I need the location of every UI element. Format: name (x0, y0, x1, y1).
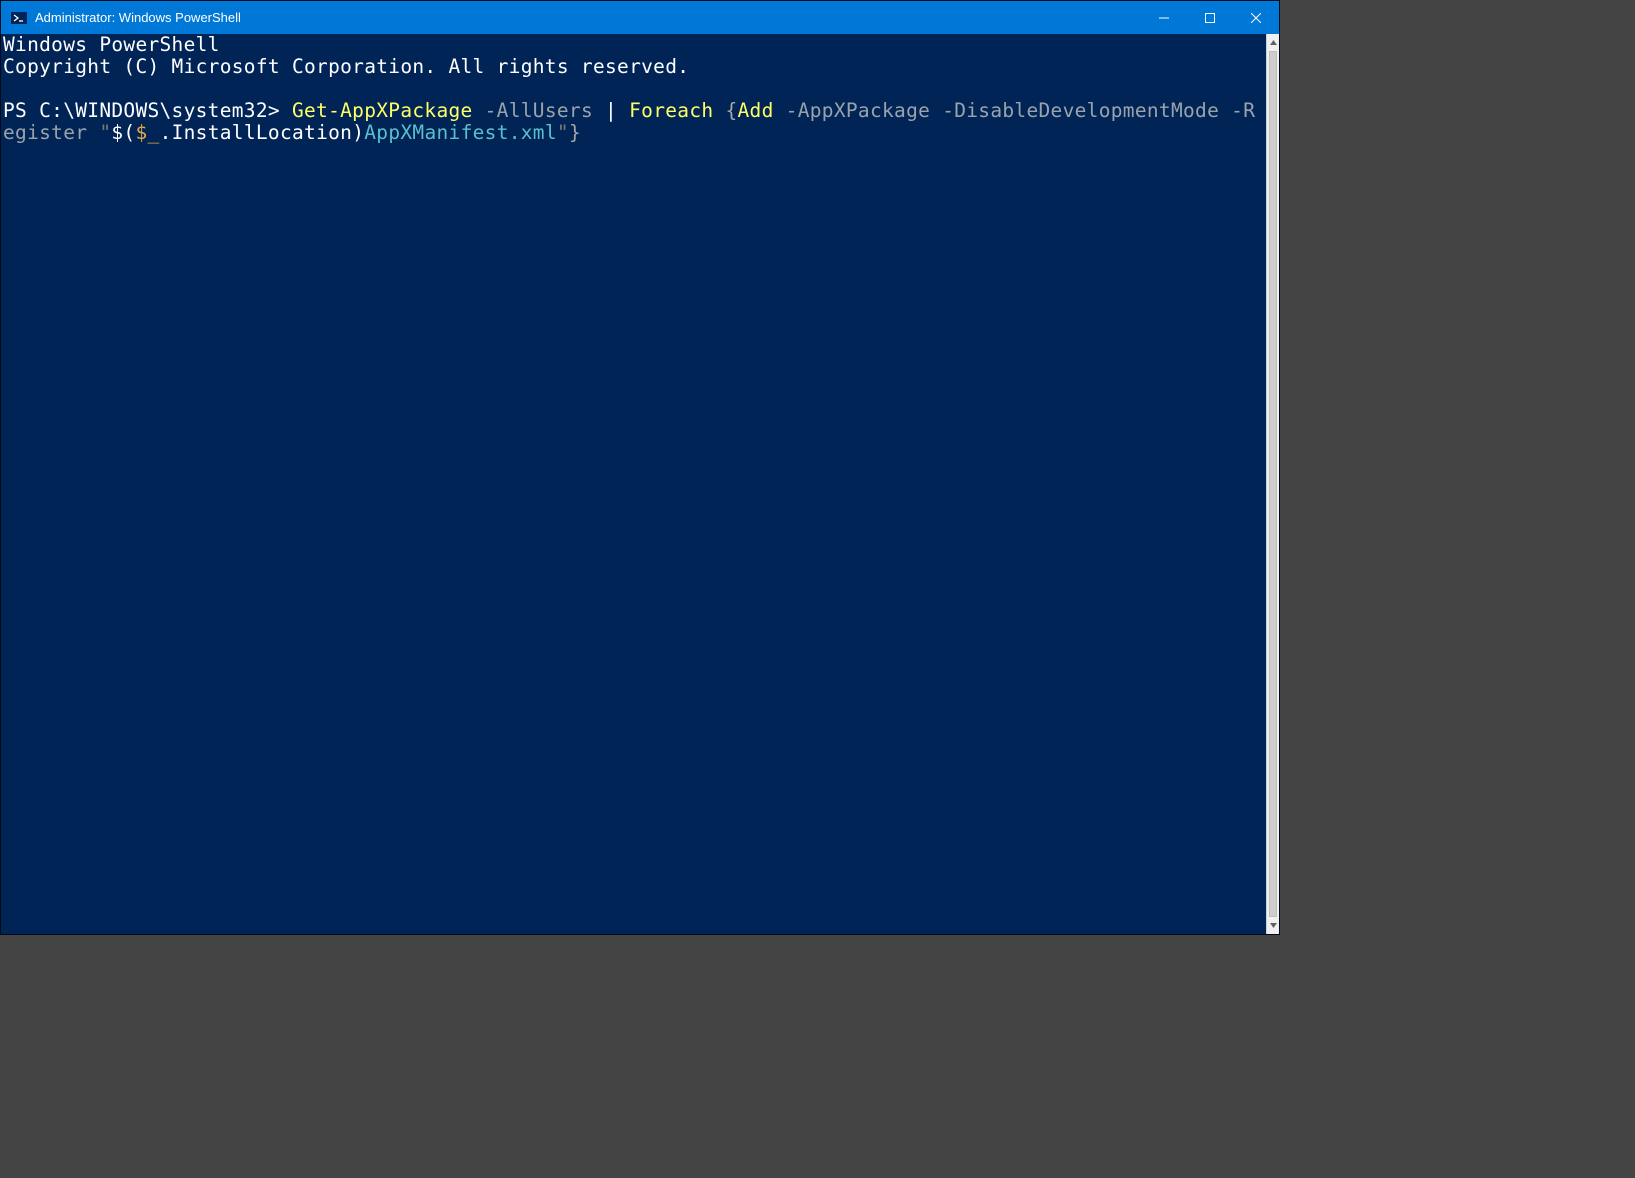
close-button[interactable] (1233, 1, 1279, 34)
cmdlet: Foreach (629, 99, 725, 122)
window-title: Administrator: Windows PowerShell (35, 10, 1141, 25)
scroll-down-button[interactable] (1267, 917, 1279, 934)
quote: " (99, 121, 111, 144)
param: -AppXPackage (774, 99, 943, 122)
string: AppXManifest.xml (364, 121, 557, 144)
banner-line: Copyright (C) Microsoft Corporation. All… (3, 55, 689, 78)
terminal-output[interactable]: Windows PowerShell Copyright (C) Microso… (1, 34, 1266, 144)
maximize-button[interactable] (1187, 1, 1233, 34)
scroll-thumb[interactable] (1269, 51, 1277, 917)
subexpr: $( (111, 121, 135, 144)
scroll-up-button[interactable] (1267, 34, 1279, 51)
powershell-window: Administrator: Windows PowerShell Window… (0, 0, 1280, 935)
client-area: Windows PowerShell Copyright (C) Microso… (1, 34, 1279, 934)
vertical-scrollbar[interactable] (1266, 34, 1279, 934)
banner-line: Windows PowerShell (3, 34, 220, 56)
brace: } (569, 121, 581, 144)
quote: " (557, 121, 569, 144)
prompt: PS C:\WINDOWS\system32> (3, 99, 292, 122)
cmdlet: Add (738, 99, 774, 122)
brace: { (725, 99, 737, 122)
terminal-viewport[interactable]: Windows PowerShell Copyright (C) Microso… (1, 34, 1266, 934)
minimize-button[interactable] (1141, 1, 1187, 34)
scroll-track[interactable] (1267, 51, 1279, 917)
cmdlet: Get-AppXPackage (292, 99, 473, 122)
param: -DisableDevelopm (942, 99, 1135, 122)
powershell-icon (11, 10, 27, 26)
variable: $_ (135, 121, 159, 144)
param: -AllUsers (473, 99, 605, 122)
pipe: | (605, 99, 629, 122)
member: .InstallLocation (160, 121, 353, 144)
titlebar[interactable]: Administrator: Windows PowerShell (1, 1, 1279, 34)
subexpr: ) (352, 121, 364, 144)
param: entMode (1135, 99, 1219, 122)
